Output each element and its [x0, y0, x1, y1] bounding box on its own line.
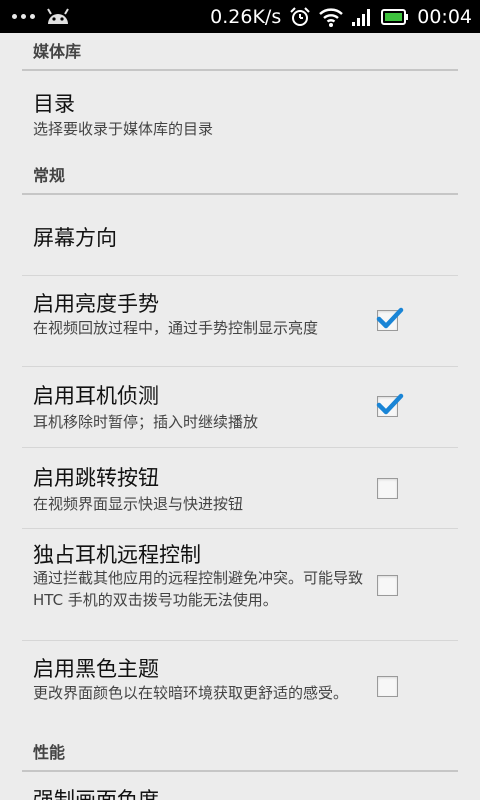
section-media: 媒体库	[22, 33, 458, 71]
screen: 0.26K/s 00:04 媒体库 目录 选择要收录于媒体库的目录 常规 屏幕方…	[0, 0, 480, 800]
pref-summary: 选择要收录于媒体库的目录	[33, 120, 214, 138]
pref-summary: 在视频界面显示快退与快进按钮	[33, 495, 244, 513]
net-speed: 0.26K/s	[210, 5, 282, 28]
battery-icon	[381, 8, 409, 25]
status-bar: 0.26K/s 00:04	[0, 0, 480, 33]
signal-icon	[352, 8, 371, 26]
pref-title: 强制画面色度	[33, 788, 159, 800]
alarm-icon	[290, 6, 310, 26]
pref-title: 独占耳机远程控制	[33, 543, 201, 567]
pref-summary: 更改界面颜色以在较暗环境获取更舒适的感受。	[33, 684, 349, 702]
jump-checkbox[interactable]	[377, 478, 398, 499]
checkmark-icon	[376, 393, 404, 415]
pref-title: 启用亮度手势	[33, 292, 159, 316]
dark-theme-checkbox[interactable]	[377, 676, 398, 697]
pref-title: 屏幕方向	[33, 226, 117, 250]
pref-summary: 在视频回放过程中，通过手势控制显示亮度	[33, 319, 319, 337]
checkmark-icon	[376, 307, 404, 329]
section-performance: 性能	[22, 734, 458, 772]
pref-summary: 耳机移除时暂停；插入时继续播放	[33, 413, 259, 431]
status-right: 0.26K/s 00:04	[210, 0, 472, 33]
settings-list[interactable]: 媒体库 目录 选择要收录于媒体库的目录 常规 屏幕方向 启用亮度手势 在视频回放…	[0, 33, 480, 800]
pref-screen-orientation[interactable]: 屏幕方向	[22, 195, 458, 275]
section-label: 常规	[33, 166, 66, 185]
brightness-checkbox[interactable]	[376, 307, 404, 331]
pref-title: 启用跳转按钮	[33, 466, 159, 490]
notification-dots-icon	[12, 13, 35, 19]
section-label: 性能	[33, 743, 66, 762]
pref-title: 启用耳机侦测	[33, 384, 159, 408]
remote-checkbox[interactable]	[377, 575, 398, 596]
pref-title: 目录	[33, 92, 75, 116]
section-label: 媒体库	[33, 42, 82, 61]
pref-directory[interactable]: 目录 选择要收录于媒体库的目录	[22, 71, 458, 156]
pref-summary: 通过拦截其他应用的远程控制避免冲突。可能导致 HTC 手机的双击拨号功能无法使用…	[33, 569, 364, 609]
clock: 00:04	[417, 5, 472, 28]
pref-title: 启用黑色主题	[33, 657, 159, 681]
wifi-icon	[319, 7, 344, 27]
pref-force-chroma[interactable]: 强制画面色度	[22, 772, 458, 800]
status-left	[12, 6, 71, 26]
section-general: 常规	[22, 157, 458, 195]
headset-checkbox[interactable]	[376, 393, 404, 417]
android-icon	[47, 8, 69, 24]
